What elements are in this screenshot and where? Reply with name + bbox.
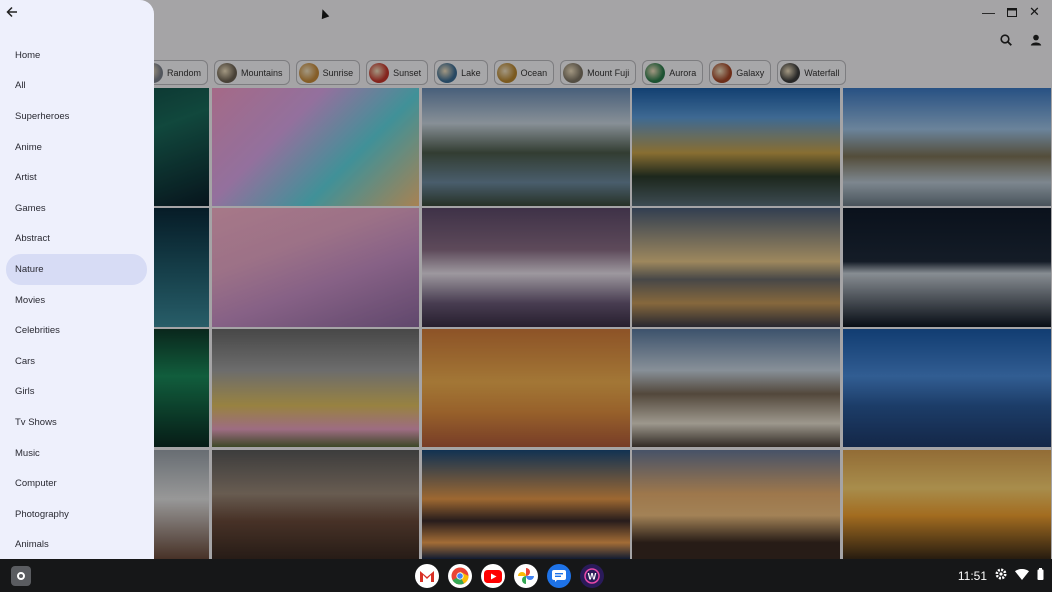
nav-item-tv-shows[interactable]: Tv Shows <box>6 407 147 438</box>
photos-icon[interactable] <box>514 564 538 588</box>
nav-item-celebrities[interactable]: Celebrities <box>6 315 147 346</box>
chrome-icon[interactable] <box>448 564 472 588</box>
wifi-icon[interactable] <box>1015 568 1029 583</box>
nav-item-girls[interactable]: Girls <box>6 377 147 408</box>
settings-gear-icon[interactable] <box>995 568 1007 583</box>
nav-item-cars[interactable]: Cars <box>6 346 147 377</box>
wallpaper-app-window: — ✕ Random Mountains Sunrise Sunset Lake Ocea… <box>0 0 1052 559</box>
wallpaper-app-icon[interactable]: W <box>580 564 604 588</box>
youtube-icon[interactable] <box>481 564 505 588</box>
drawer-nav-list: Home All Superheroes Anime Artist Games Abstra… <box>6 40 147 560</box>
clock[interactable]: 11:51 <box>958 569 987 583</box>
back-arrow-icon[interactable] <box>6 5 20 19</box>
system-shelf: W 11:51 <box>0 559 1052 592</box>
nav-item-movies[interactable]: Movies <box>6 285 147 316</box>
nav-item-games[interactable]: Games <box>6 193 147 224</box>
pinned-apps: W <box>415 564 604 588</box>
nav-item-artist[interactable]: Artist <box>6 162 147 193</box>
battery-icon[interactable] <box>1037 568 1044 583</box>
nav-item-abstract[interactable]: Abstract <box>6 224 147 255</box>
nav-item-nature[interactable]: Nature <box>6 254 147 285</box>
nav-item-animals[interactable]: Animals <box>6 530 147 561</box>
status-tray[interactable]: 11:51 <box>958 559 1044 592</box>
gmail-icon[interactable] <box>415 564 439 588</box>
launcher-circle-icon <box>17 572 25 580</box>
nav-item-home[interactable]: Home <box>6 40 147 71</box>
nav-item-all[interactable]: All <box>6 71 147 102</box>
svg-text:W: W <box>588 572 597 582</box>
navigation-drawer: Home All Superheroes Anime Artist Games Abstra… <box>0 0 154 559</box>
messages-icon[interactable] <box>547 564 571 588</box>
nav-item-anime[interactable]: Anime <box>6 132 147 163</box>
nav-item-music[interactable]: Music <box>6 438 147 469</box>
launcher-button[interactable] <box>11 566 31 586</box>
nav-item-superheroes[interactable]: Superheroes <box>6 101 147 132</box>
nav-item-photography[interactable]: Photography <box>6 499 147 530</box>
nav-item-computer[interactable]: Computer <box>6 468 147 499</box>
drawer-scrim[interactable] <box>0 0 1052 559</box>
